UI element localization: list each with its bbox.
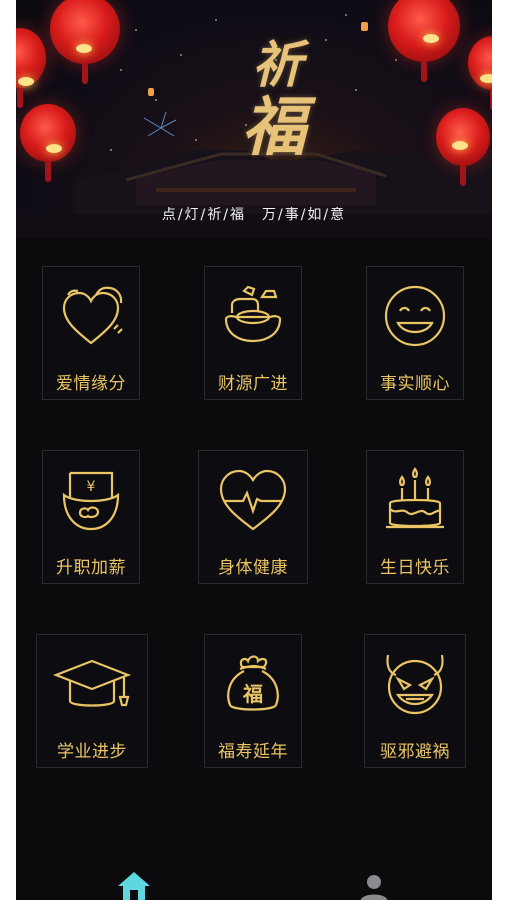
category-card-longevity[interactable]: 福 福寿延年 (204, 634, 302, 768)
category-label: 爱情缘分 (56, 374, 126, 394)
banner-subtitle: 点/灯/祈/福 万/事/如/意 (161, 207, 347, 223)
blessing-banner: 祈 福 点/灯/祈/福 万/事/如/意 (16, 0, 492, 238)
banner-title-char: 祈 (252, 35, 302, 94)
category-card-promotion[interactable]: ¥ 升职加薪 (42, 450, 140, 584)
category-card-wealth[interactable]: 财源广进 (204, 266, 302, 400)
category-card-love[interactable]: 爱情缘分 (42, 266, 140, 400)
banner-title-char: 福 (242, 90, 306, 165)
fortune-bag-icon: 福 (227, 655, 279, 711)
red-lantern-decoration (436, 108, 490, 186)
red-lantern-decoration (20, 104, 76, 182)
category-card-birthday[interactable]: 生日快乐 (366, 450, 464, 584)
hearts-icon (62, 286, 123, 345)
birthday-cake-icon (386, 467, 444, 529)
devil-face-icon (386, 654, 444, 715)
category-label: 生日快乐 (380, 558, 450, 578)
category-card-ward-evil[interactable]: 驱邪避祸 (364, 634, 466, 768)
svg-text:福: 福 (242, 682, 263, 706)
category-label: 身体健康 (218, 558, 288, 578)
category-label: 驱邪避祸 (380, 742, 450, 762)
user-icon (360, 875, 388, 900)
tab-home[interactable] (114, 868, 154, 900)
svg-text:¥: ¥ (87, 479, 96, 495)
heart-pulse-icon (219, 469, 287, 531)
category-label: 学业进步 (57, 742, 127, 762)
banner-title: 祈 福 (238, 40, 328, 200)
gold-ingot-icon (224, 285, 282, 343)
home-icon (118, 872, 150, 900)
category-card-study[interactable]: 学业进步 (36, 634, 148, 768)
category-card-health[interactable]: 身体健康 (198, 450, 308, 584)
category-label: 升职加薪 (56, 558, 126, 578)
money-envelope-icon: ¥ (62, 471, 120, 531)
tab-profile[interactable] (354, 868, 394, 900)
category-label: 财源广进 (218, 374, 288, 394)
category-label: 事实顺心 (380, 374, 450, 394)
graduation-cap-icon (52, 659, 132, 707)
category-card-happiness[interactable]: 事实顺心 (366, 266, 464, 400)
smiley-icon (384, 285, 446, 347)
app-screen: 祈 福 点/灯/祈/福 万/事/如/意 爱情缘分 财源广进 事实顺心 ¥ 升职加… (16, 0, 492, 900)
category-label: 福寿延年 (218, 742, 288, 762)
